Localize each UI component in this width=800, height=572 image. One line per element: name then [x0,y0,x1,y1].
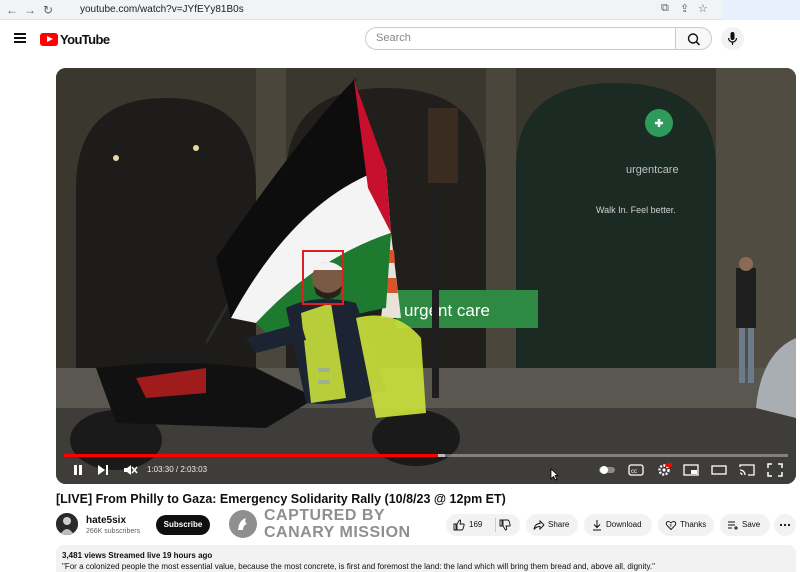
thanks-label: Thanks [680,520,707,529]
more-actions-button[interactable] [774,514,796,536]
mute-icon[interactable] [122,463,138,477]
voice-search-button[interactable] [721,27,744,50]
pause-icon[interactable] [70,463,86,477]
autoplay-toggle-icon[interactable] [598,463,616,477]
youtube-logo-icon [40,32,58,46]
description-text: "For a colonized people the most essenti… [62,562,655,571]
search-button[interactable] [675,27,712,50]
urgent-care-sign-text: urgent care [404,301,490,320]
theater-mode-icon[interactable] [711,463,727,477]
save-label: Save [742,520,761,529]
share-button[interactable]: Share [526,514,578,536]
channel-avatar[interactable] [56,513,78,535]
store-name-text: urgentcare [626,164,679,176]
like-count[interactable]: 169 [469,514,482,536]
share-label: Share [548,520,570,529]
watermark-line-2: CANARY MISSION [264,524,411,541]
thanks-button[interactable]: $ Thanks [658,514,714,536]
install-app-icon[interactable]: ⧉ [661,2,669,15]
progress-bar[interactable] [64,454,788,457]
save-button[interactable]: Save [720,514,770,536]
share-icon [533,519,545,531]
svg-text:$: $ [670,523,673,528]
subscriber-count: 266K subscribers [86,528,141,535]
channel-name[interactable]: hate5six [86,515,126,526]
canary-mission-watermark: CAPTURED BY CANARY MISSION [229,507,419,541]
download-button[interactable]: Download [584,514,652,536]
browser-extension-area [722,0,800,20]
like-divider [495,518,496,532]
reload-icon[interactable]: ↻ [40,2,56,18]
captions-icon[interactable]: cc [628,463,644,477]
subscribe-button[interactable]: Subscribe [156,515,210,535]
view-stats: 3,481 views Streamed live 19 hours ago [62,551,213,560]
settings-gear-icon[interactable] [656,463,672,477]
search-icon [687,33,701,46]
youtube-logo-text: YouTube [60,31,110,47]
thanks-heart-icon: $ [665,520,677,531]
microphone-icon [727,32,738,45]
video-player[interactable]: urgentcare Walk In. Feel better. urgent … [56,68,796,484]
bookmark-star-icon[interactable]: ☆ [698,2,708,15]
svg-text:cc: cc [631,469,637,475]
miniplayer-icon[interactable] [683,463,699,477]
window-text: Walk In. Feel better. [596,205,676,215]
avatar-image [56,513,78,535]
time-display: 1:03:30 / 2:03:03 [147,465,208,474]
canary-mission-logo-icon [229,510,257,538]
played-bar [64,454,438,457]
thumbs-up-icon[interactable] [453,519,465,531]
youtube-logo[interactable]: YouTube [40,31,110,47]
video-title: [LIVE] From Philly to Gaza: Emergency So… [56,492,506,506]
search-input[interactable]: Search [365,27,676,50]
watermark-line-1: CAPTURED BY [264,507,386,524]
thumbs-down-icon[interactable] [499,519,511,531]
url-text: youtube.com/watch?v=JYfEYy81B0s [80,4,244,15]
save-playlist-icon [728,521,738,530]
video-frame[interactable]: urgentcare Walk In. Feel better. urgent … [56,68,796,484]
download-label: Download [606,520,642,529]
menu-icon[interactable] [14,33,26,43]
share-page-icon[interactable]: ⇪ [680,2,689,15]
browser-toolbar: ← → ↻ youtube.com/watch?v=JYfEYy81B0s ⧉ … [0,0,800,20]
download-icon [593,520,601,531]
address-bar[interactable]: youtube.com/watch?v=JYfEYy81B0s [60,1,716,19]
fullscreen-icon[interactable] [767,463,783,477]
mouse-cursor-icon [550,468,559,481]
next-icon[interactable] [95,463,111,477]
more-horizontal-icon [779,523,791,527]
back-icon[interactable]: ← [4,2,20,18]
like-dislike-group: 169 [446,514,520,536]
cast-icon[interactable] [739,463,755,477]
forward-icon[interactable]: → [22,2,38,18]
